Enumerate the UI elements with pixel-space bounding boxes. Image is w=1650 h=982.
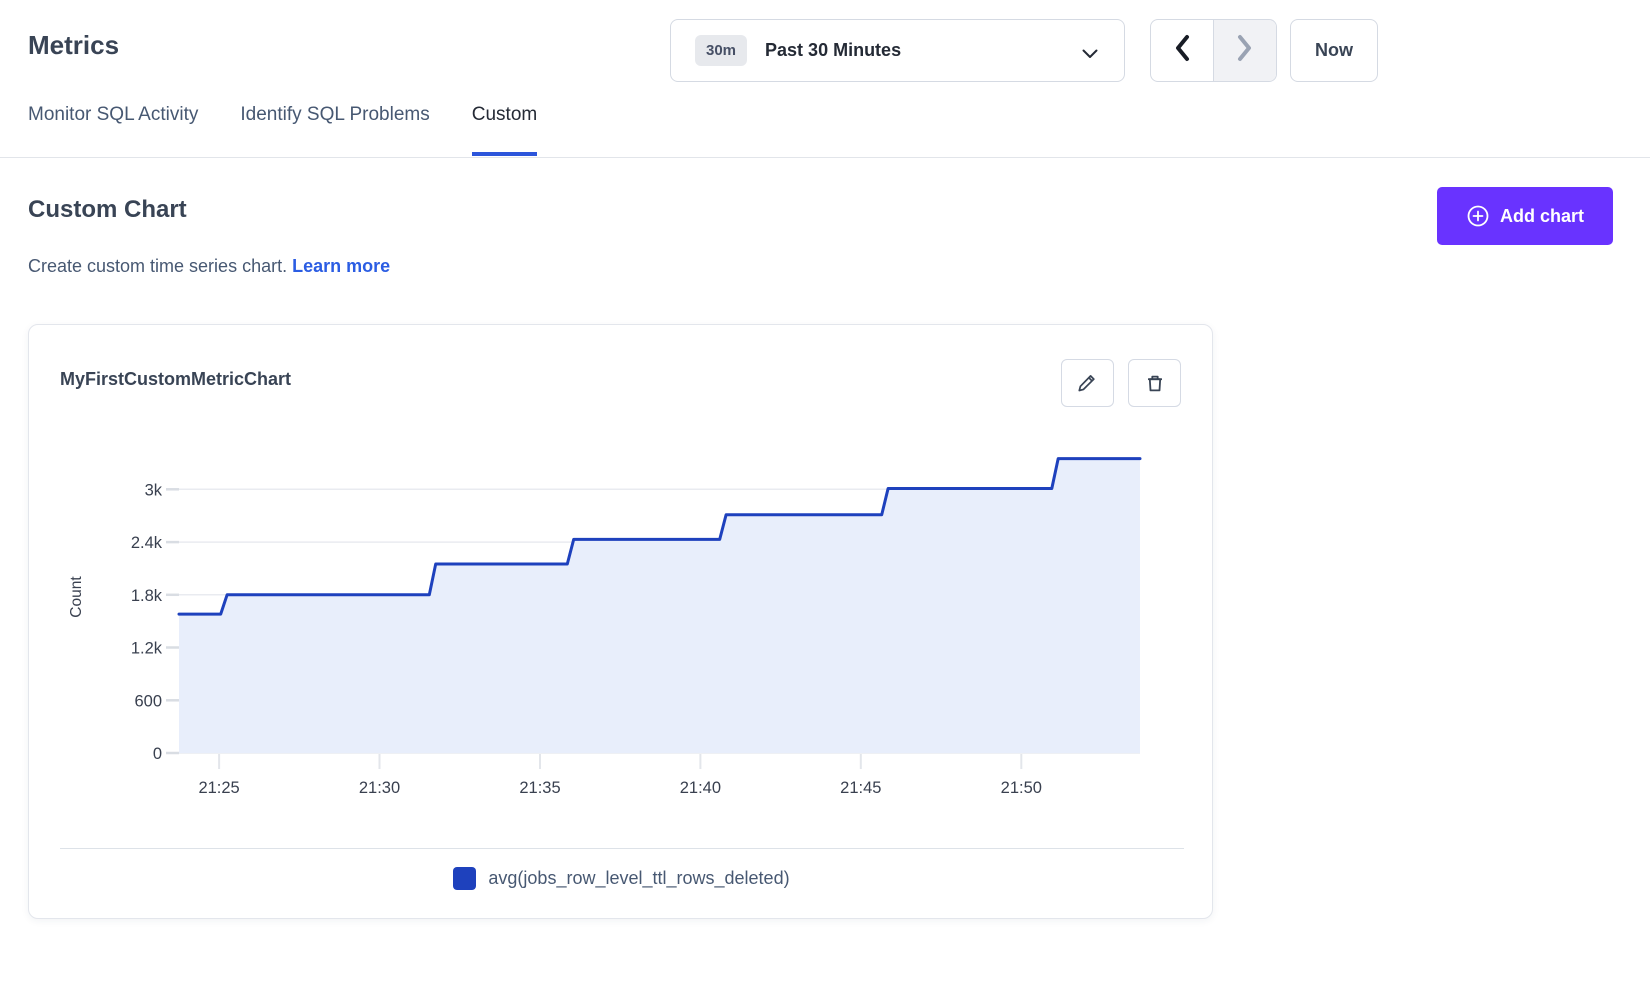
tab-bar-divider [0, 157, 1650, 158]
section-heading: Custom Chart [28, 196, 187, 224]
svg-text:21:40: 21:40 [680, 779, 721, 797]
chevron-down-icon [1082, 46, 1098, 64]
svg-text:0: 0 [153, 745, 162, 763]
plus-circle-icon [1466, 204, 1490, 228]
learn-more-link[interactable]: Learn more [292, 256, 390, 276]
now-button-label: Now [1315, 40, 1353, 61]
svg-text:21:50: 21:50 [1001, 779, 1042, 797]
legend-divider [60, 848, 1184, 849]
page-title: Metrics [28, 30, 119, 61]
edit-chart-button[interactable] [1061, 359, 1114, 407]
svg-text:21:35: 21:35 [519, 779, 560, 797]
custom-chart-card: MyFirstCustomMetricChart 0 600 1.2k 1.8k 2.4… [28, 324, 1213, 919]
svg-text:3k: 3k [145, 481, 163, 499]
svg-text:1.8k: 1.8k [131, 587, 163, 605]
add-chart-label: Add chart [1500, 206, 1584, 227]
subtitle-text: Create custom time series chart. [28, 256, 287, 276]
chart-area[interactable]: 0 600 1.2k 1.8k 2.4k 3k 21:25 21:30 21:35 21:40 21… [29, 425, 1214, 825]
tab-monitor-sql-activity[interactable]: Monitor SQL Activity [28, 104, 198, 156]
chevron-right-icon [1234, 33, 1256, 68]
now-button[interactable]: Now [1290, 19, 1378, 82]
svg-text:21:45: 21:45 [840, 779, 881, 797]
trash-icon [1143, 371, 1167, 395]
prev-time-button[interactable] [1151, 20, 1214, 81]
section-subtitle: Create custom time series chart. Learn m… [28, 256, 390, 277]
pencil-icon [1076, 371, 1100, 395]
next-time-button[interactable] [1214, 20, 1277, 81]
svg-text:2.4k: 2.4k [131, 534, 163, 552]
svg-text:21:30: 21:30 [359, 779, 400, 797]
time-nav-group [1150, 19, 1277, 82]
time-range-label: Past 30 Minutes [765, 40, 901, 61]
svg-text:Count: Count [68, 576, 85, 618]
tab-bar: Monitor SQL Activity Identify SQL Proble… [28, 104, 537, 156]
metrics-page: Metrics 30m Past 30 Minutes Now Monitor … [0, 0, 1650, 982]
legend-label: avg(jobs_row_level_ttl_rows_deleted) [488, 868, 789, 889]
delete-chart-button[interactable] [1128, 359, 1181, 407]
add-chart-button[interactable]: Add chart [1437, 187, 1613, 245]
time-range-dropdown[interactable]: 30m Past 30 Minutes [670, 19, 1125, 82]
svg-text:600: 600 [134, 692, 162, 710]
chart-title: MyFirstCustomMetricChart [60, 369, 291, 390]
legend-item[interactable]: avg(jobs_row_level_ttl_rows_deleted) [29, 867, 1214, 890]
svg-text:21:25: 21:25 [198, 779, 239, 797]
svg-text:1.2k: 1.2k [131, 640, 163, 658]
chevron-left-icon [1171, 33, 1193, 68]
time-range-badge: 30m [695, 35, 747, 66]
legend-swatch [453, 867, 476, 890]
custom-chart-svg: 0 600 1.2k 1.8k 2.4k 3k 21:25 21:30 21:35 21:40 21… [29, 425, 1214, 825]
tab-custom[interactable]: Custom [472, 104, 537, 156]
tab-identify-sql-problems[interactable]: Identify SQL Problems [240, 104, 429, 156]
